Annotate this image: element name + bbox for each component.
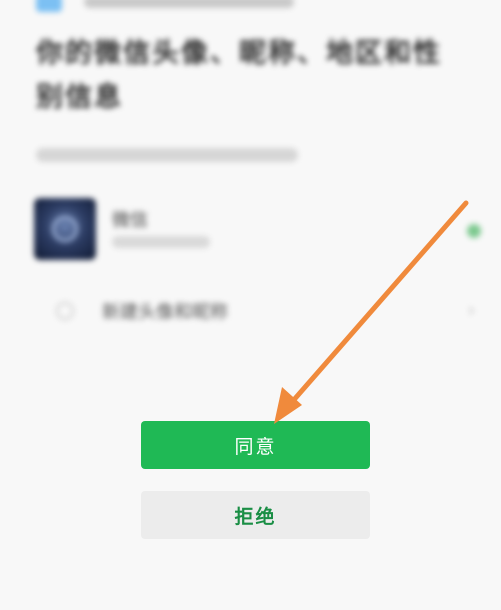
- account-avatar-icon: [34, 198, 96, 260]
- app-icon: [36, 0, 62, 12]
- option-radio-icon[interactable]: [56, 302, 74, 320]
- option-label: 新建头像和昵称: [102, 302, 228, 323]
- permission-description-placeholder: [36, 148, 298, 162]
- account-subtext-placeholder: [112, 236, 210, 248]
- avatar-emblem-icon: [52, 216, 78, 242]
- reject-button[interactable]: 拒绝: [141, 491, 370, 539]
- selected-check-icon[interactable]: [467, 224, 481, 238]
- permission-title: 你的微信头像、昵称、地区和性别信息: [36, 38, 442, 113]
- agree-button[interactable]: 同意: [141, 421, 370, 469]
- chevron-right-icon: ›: [467, 300, 475, 321]
- arrow-head: [274, 387, 302, 424]
- authorization-screen: 你的微信头像、昵称、地区和性别信息 微信 新建头像和昵称 › 同意 拒绝: [0, 0, 501, 610]
- new-profile-option[interactable]: 新建头像和昵称 ›: [34, 290, 479, 334]
- account-name: 微信: [112, 210, 148, 231]
- permission-panel: 你的微信头像、昵称、地区和性别信息 微信 新建头像和昵称 ›: [0, 0, 501, 360]
- app-name-placeholder: [84, 0, 294, 8]
